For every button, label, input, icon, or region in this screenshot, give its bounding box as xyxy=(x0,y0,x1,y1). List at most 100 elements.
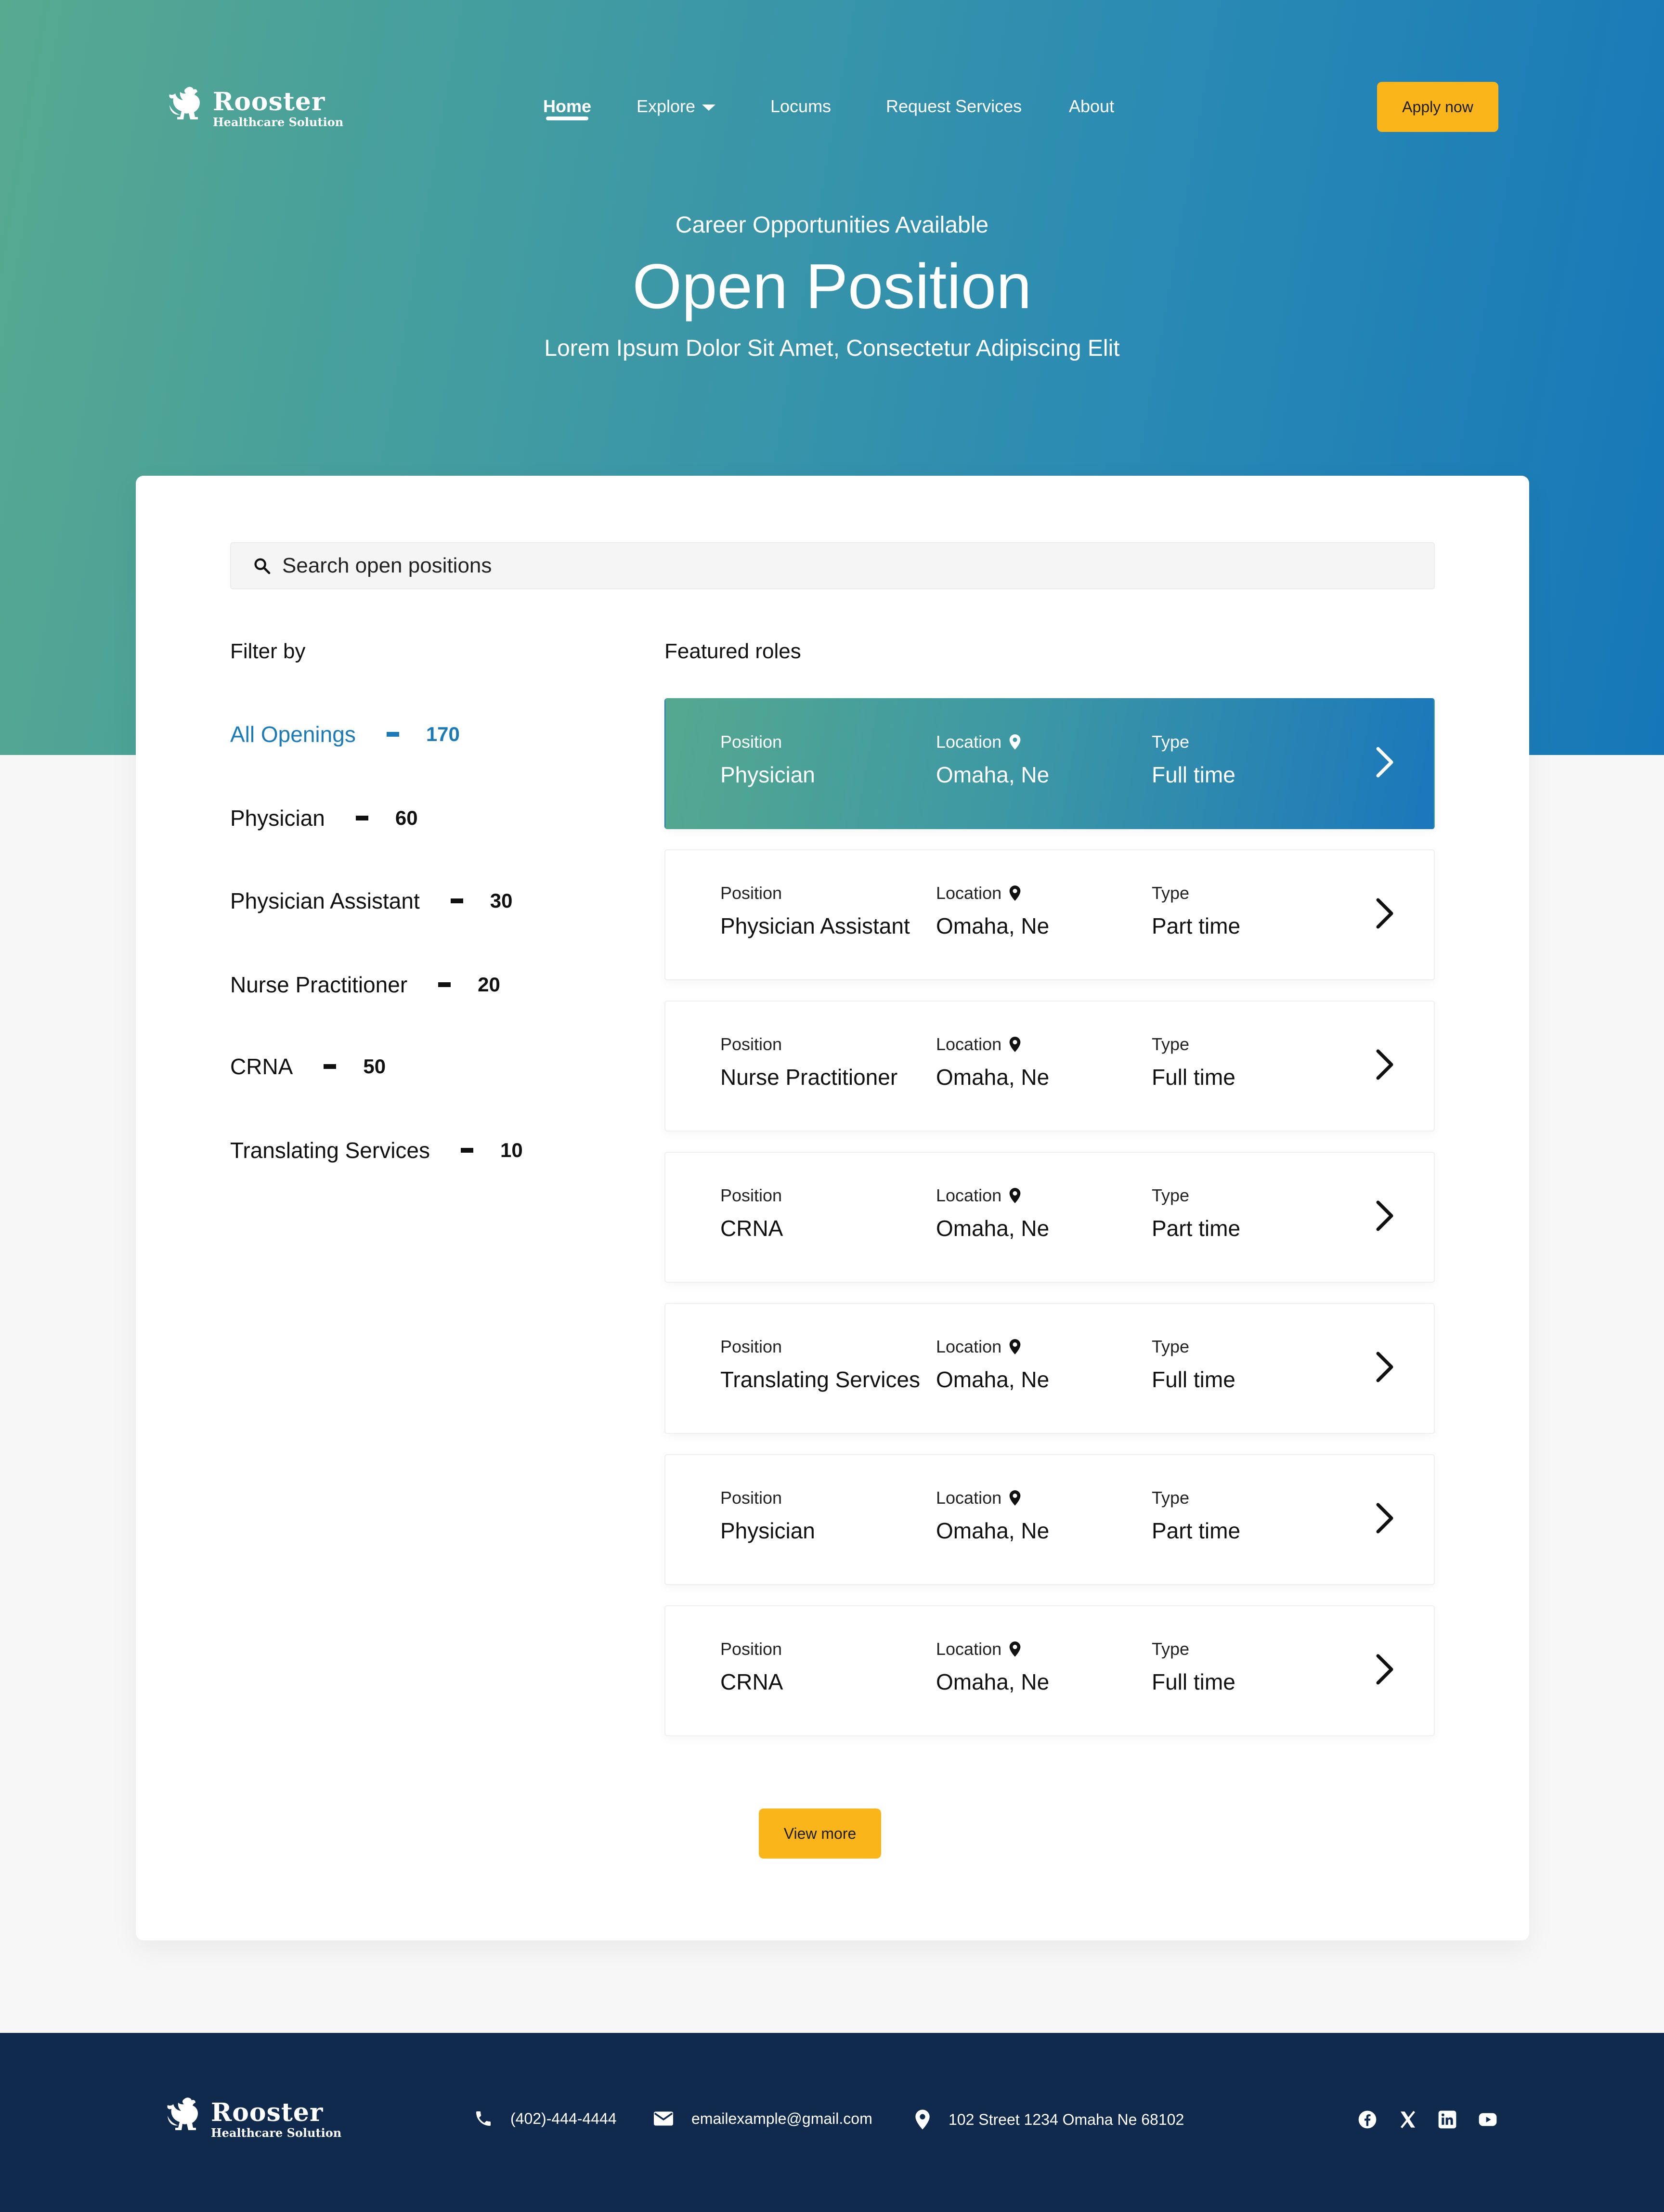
linkedin-icon[interactable] xyxy=(1438,2110,1457,2129)
role-row[interactable]: Position Physician Assistant Location Omaha… xyxy=(664,849,1435,980)
type-label: Type xyxy=(1152,883,1190,903)
role-row[interactable]: Position Nurse Practitioner Location Omaha,… xyxy=(664,1001,1435,1132)
location-label: Location xyxy=(936,732,1022,752)
nav-home[interactable]: Home xyxy=(543,94,591,120)
type-label: Type xyxy=(1152,1488,1190,1508)
type-label: Type xyxy=(1152,1337,1190,1356)
search-icon xyxy=(254,558,271,574)
search-bar[interactable] xyxy=(230,542,1435,589)
location-pin-icon xyxy=(1009,1188,1021,1203)
position-label: Position xyxy=(720,1185,782,1205)
filter-all-openings[interactable]: All Openings 170 xyxy=(230,721,460,747)
footer-brand-logo[interactable]: Rooster Healthcare Solution xyxy=(165,2096,341,2143)
filter-count: 20 xyxy=(478,973,500,996)
type-label: Type xyxy=(1152,1034,1190,1054)
nav-request-services[interactable]: Request Services xyxy=(886,94,1022,118)
position-label: Position xyxy=(720,732,782,752)
location-value: Omaha, Ne xyxy=(936,1367,1050,1392)
location-value: Omaha, Ne xyxy=(936,762,1050,787)
type-label: Type xyxy=(1152,1185,1190,1205)
type-value: Part time xyxy=(1152,1518,1241,1543)
type-label: Type xyxy=(1152,1639,1190,1659)
filter-label: Physician Assistant xyxy=(230,888,420,913)
caret-down-icon xyxy=(702,104,716,111)
filter-translating-services[interactable]: Translating Services 10 xyxy=(230,1137,523,1163)
dash-icon xyxy=(324,1064,337,1069)
x-icon[interactable] xyxy=(1398,2110,1417,2129)
chevron-right-icon xyxy=(1376,898,1393,929)
view-more-button[interactable]: View more xyxy=(759,1809,881,1859)
nav-about[interactable]: About xyxy=(1069,94,1114,118)
nav-explore-label: Explore xyxy=(637,96,696,116)
dash-icon xyxy=(450,898,463,903)
filter-physician[interactable]: Physician 60 xyxy=(230,805,418,831)
facebook-icon[interactable] xyxy=(1358,2110,1377,2129)
footer-email[interactable]: emailexample@gmail.com xyxy=(653,2109,872,2128)
footer-phone[interactable]: (402)-444-4444 xyxy=(474,2109,617,2128)
position-label: Position xyxy=(720,1034,782,1054)
location-label-text: Location xyxy=(936,1488,1002,1508)
filter-count: 10 xyxy=(500,1139,523,1161)
filter-heading: Filter by xyxy=(230,639,306,663)
apply-now-button[interactable]: Apply now xyxy=(1377,82,1498,132)
role-row[interactable]: Position Physician Location Omaha, Ne Type Pa… xyxy=(664,1454,1435,1585)
nav-locums[interactable]: Locums xyxy=(770,94,831,118)
role-row[interactable]: Position Translating Services Location Omah… xyxy=(664,1303,1435,1434)
footer-address[interactable]: 102 Street 1234 Omaha Ne 68102 xyxy=(914,2109,1184,2130)
location-pin-icon xyxy=(1009,1037,1021,1052)
position-label: Position xyxy=(720,1488,782,1508)
position-value: CRNA xyxy=(720,1669,783,1694)
position-label: Position xyxy=(720,1337,782,1356)
filter-count: 60 xyxy=(395,807,418,829)
location-label: Location xyxy=(936,1337,1022,1357)
location-label-text: Location xyxy=(936,1337,1002,1356)
location-label: Location xyxy=(936,883,1022,903)
filter-physician-assistant[interactable]: Physician Assistant 30 xyxy=(230,888,512,914)
location-pin-icon xyxy=(915,2109,930,2130)
type-value: Full time xyxy=(1152,762,1235,787)
footer: Rooster Healthcare Solution (402)-444-44… xyxy=(0,2033,1664,2212)
type-value: Part time xyxy=(1152,1216,1241,1241)
type-value: Full time xyxy=(1152,1367,1235,1392)
location-value: Omaha, Ne xyxy=(936,913,1050,938)
filter-label: Translating Services xyxy=(230,1138,430,1163)
location-label-text: Location xyxy=(936,1639,1002,1659)
position-label: Position xyxy=(720,1639,782,1659)
location-value: Omaha, Ne xyxy=(936,1216,1050,1241)
location-pin-icon xyxy=(1009,1641,1021,1657)
filter-count: 50 xyxy=(363,1055,386,1078)
dash-icon xyxy=(461,1148,474,1153)
hero-subtitle: Lorem Ipsum Dolor Sit Amet, Consectetur … xyxy=(544,336,1120,361)
position-label: Position xyxy=(720,883,782,903)
type-value: Full time xyxy=(1152,1065,1235,1090)
location-label: Location xyxy=(936,1034,1022,1054)
footer-address-text: 102 Street 1234 Omaha Ne 68102 xyxy=(949,2110,1184,2128)
role-row[interactable]: Position Physician Location Omaha, Ne Type Fu… xyxy=(664,698,1435,829)
location-pin-icon xyxy=(1009,1490,1021,1506)
filter-label: Nurse Practitioner xyxy=(230,972,408,997)
filter-label: Physician xyxy=(230,806,325,831)
location-value: Omaha, Ne xyxy=(936,1065,1050,1090)
role-row[interactable]: Position CRNA Location Omaha, Ne Type Full ti… xyxy=(664,1605,1435,1736)
filter-crna[interactable]: CRNA 50 xyxy=(230,1054,386,1080)
position-value: Translating Services xyxy=(720,1367,921,1392)
location-value: Omaha, Ne xyxy=(936,1518,1050,1543)
location-label-text: Location xyxy=(936,883,1002,903)
search-input[interactable] xyxy=(282,554,1341,578)
position-value: Physician xyxy=(720,762,815,787)
brand-name: Rooster xyxy=(211,2098,324,2127)
filter-count: 170 xyxy=(426,723,460,745)
youtube-icon[interactable] xyxy=(1478,2110,1497,2129)
featured-roles-heading: Featured roles xyxy=(664,639,801,663)
nav-explore[interactable]: Explore xyxy=(637,94,716,118)
position-value: Physician xyxy=(720,1518,815,1543)
type-label: Type xyxy=(1152,732,1190,752)
footer-phone-text: (402)-444-4444 xyxy=(510,2109,617,2127)
role-row[interactable]: Position CRNA Location Omaha, Ne Type Part ti… xyxy=(664,1152,1435,1283)
brand-tagline: Healthcare Solution xyxy=(211,2126,342,2140)
location-label: Location xyxy=(936,1488,1022,1508)
page-title: Open Position xyxy=(632,251,1032,322)
position-value: Nurse Practitioner xyxy=(720,1065,898,1090)
chevron-right-icon xyxy=(1376,1654,1393,1685)
filter-nurse-practitioner[interactable]: Nurse Practitioner 20 xyxy=(230,972,500,998)
